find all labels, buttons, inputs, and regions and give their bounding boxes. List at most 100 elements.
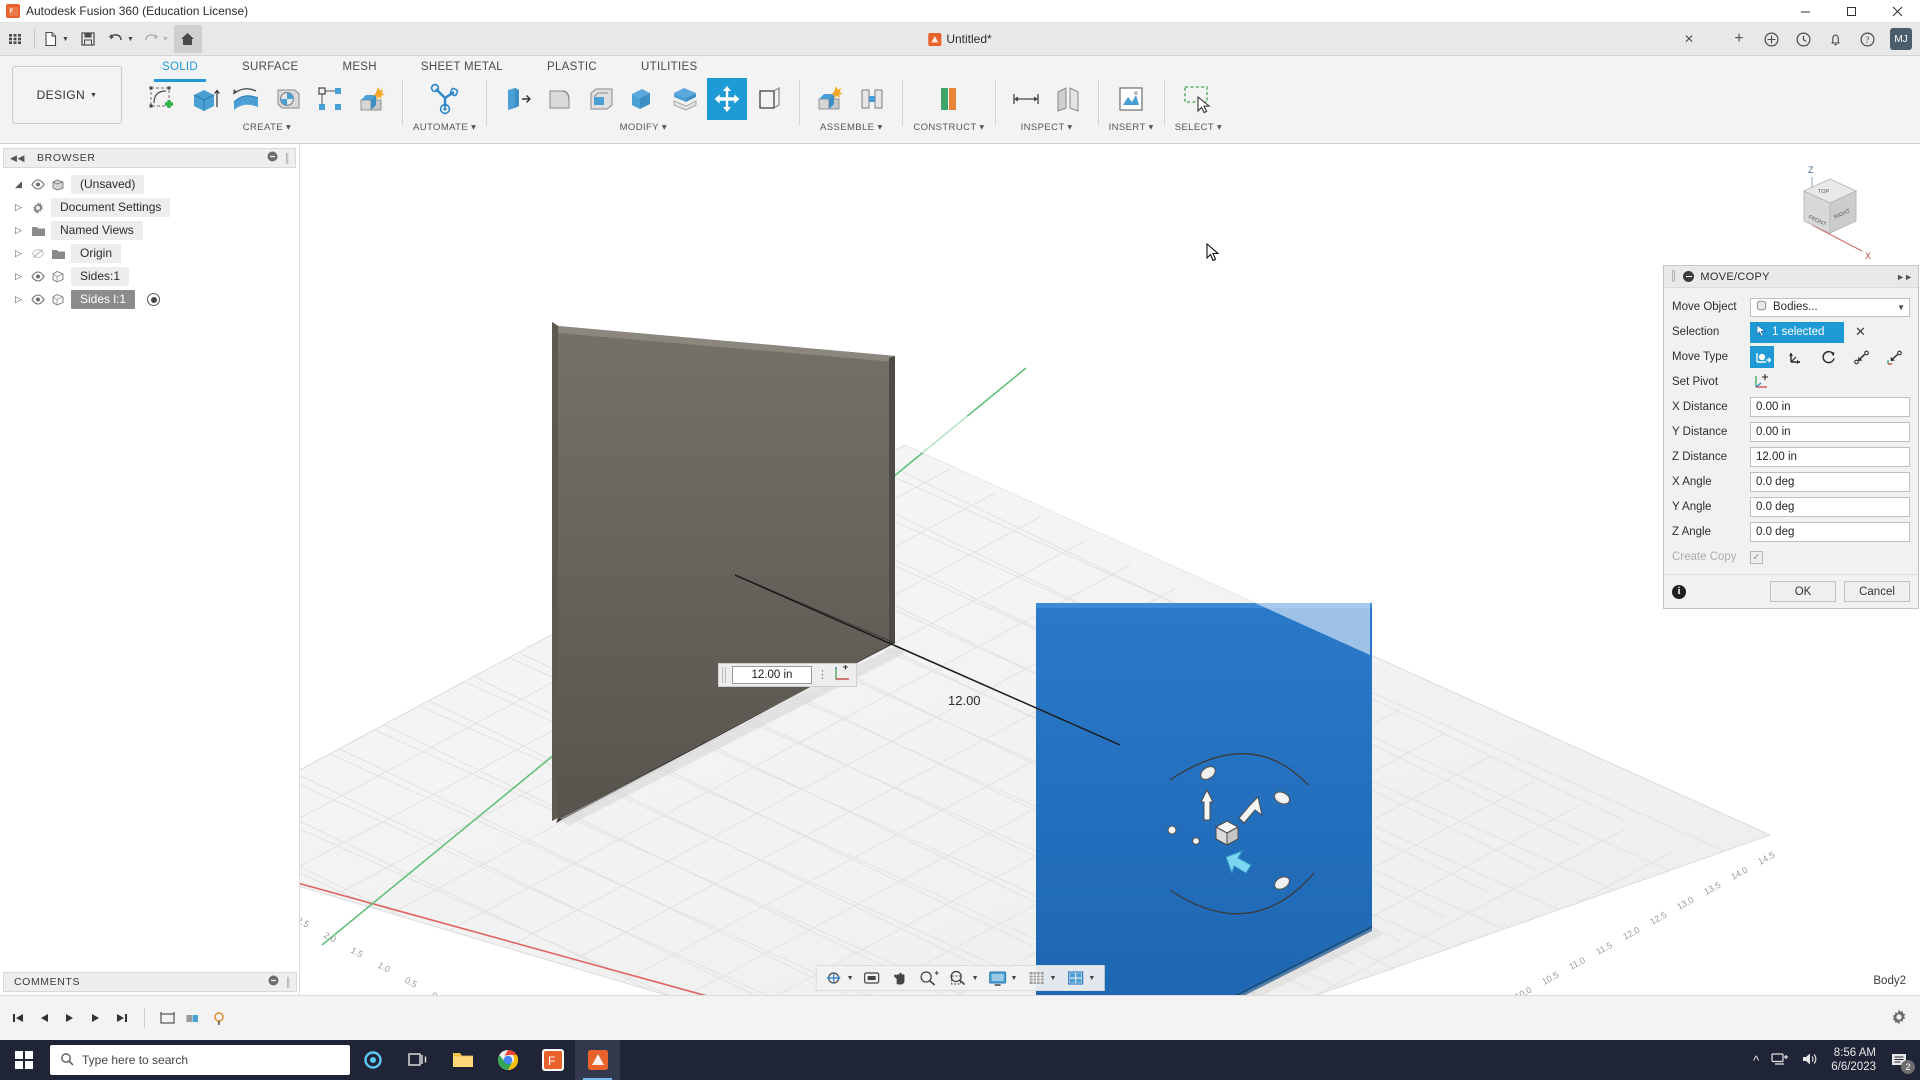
- search-input[interactable]: Type here to search: [50, 1045, 350, 1075]
- grid-snaps-icon[interactable]: ▼: [1021, 967, 1060, 989]
- selection-badge[interactable]: 1 selected: [1750, 322, 1844, 343]
- cancel-button[interactable]: Cancel: [1844, 581, 1910, 602]
- automate-tool[interactable]: [423, 78, 467, 120]
- new-component-tool[interactable]: [810, 78, 850, 120]
- maximize-button[interactable]: [1828, 0, 1874, 23]
- view-cube[interactable]: Z X TOP FRONT RIGHT: [1762, 155, 1872, 265]
- chevron-down-icon[interactable]: ▼: [1088, 975, 1095, 982]
- timeline-step-back-button[interactable]: [32, 1005, 56, 1031]
- volume-icon[interactable]: [1801, 1051, 1819, 1070]
- file-explorer-icon[interactable]: [440, 1040, 485, 1080]
- zoom-icon[interactable]: [914, 967, 944, 989]
- expand-arrow-icon[interactable]: ▷: [12, 271, 25, 282]
- z-angle-input[interactable]: 0.0 deg: [1750, 522, 1910, 542]
- timeline-step-forward-button[interactable]: [84, 1005, 108, 1031]
- move-object-select[interactable]: Bodies... ▼: [1750, 298, 1910, 317]
- look-at-icon[interactable]: [858, 967, 886, 989]
- expand-arrow-icon[interactable]: ▷: [12, 248, 25, 259]
- viewports-icon[interactable]: ▼: [1060, 967, 1099, 989]
- avatar[interactable]: MJ: [1890, 28, 1912, 50]
- chrome-icon[interactable]: [485, 1040, 530, 1080]
- measure-tool[interactable]: [1006, 78, 1046, 120]
- move-type-rotate-button[interactable]: [1816, 346, 1840, 368]
- minimize-button[interactable]: [1782, 0, 1828, 23]
- info-icon[interactable]: i: [1672, 585, 1686, 599]
- tree-item-origin[interactable]: ▷ Origin: [0, 242, 299, 265]
- align-tool[interactable]: [749, 78, 789, 120]
- new-document-button[interactable]: ▼: [40, 25, 72, 53]
- timeline-play-button[interactable]: [58, 1005, 82, 1031]
- home-button[interactable]: [174, 25, 202, 53]
- timeline-go-to-start-button[interactable]: [6, 1005, 30, 1031]
- tree-item-document-settings[interactable]: ▷ Document Settings: [0, 196, 299, 219]
- dialog-title-bar[interactable]: ║ MOVE/COPY ►►: [1664, 266, 1918, 288]
- z-distance-input[interactable]: 12.00 in: [1750, 447, 1910, 467]
- visibility-eye-off-icon[interactable]: [30, 248, 45, 259]
- document-tab[interactable]: Untitled*: [928, 32, 991, 46]
- more-options-icon[interactable]: ⋮: [817, 672, 828, 679]
- undo-button[interactable]: ▼: [104, 25, 137, 53]
- help-icon[interactable]: ?: [1853, 25, 1881, 53]
- workspace-switcher[interactable]: DESIGN ▼: [12, 66, 122, 124]
- chevron-down-icon[interactable]: ▼: [1011, 975, 1018, 982]
- expand-arrow-icon[interactable]: ▷: [12, 225, 25, 236]
- timeline-filter-icon[interactable]: [207, 1005, 231, 1031]
- save-button[interactable]: [74, 25, 102, 53]
- app-grid-icon[interactable]: [1, 25, 29, 53]
- create-sketch-tool[interactable]: [142, 78, 182, 120]
- y-distance-input[interactable]: 0.00 in: [1750, 422, 1910, 442]
- redo-button[interactable]: ▼: [139, 25, 172, 53]
- job-status-icon[interactable]: [1789, 25, 1817, 53]
- pattern-tool[interactable]: [310, 78, 350, 120]
- tree-item-sides-l-1[interactable]: ▷ Sides l:1: [0, 288, 299, 311]
- dialog-collapse-icon[interactable]: [1683, 271, 1694, 282]
- action-center-icon[interactable]: 2: [1888, 1049, 1910, 1071]
- set-pivot-button[interactable]: [1750, 371, 1774, 393]
- collapse-left-icon[interactable]: ◀◀: [10, 153, 25, 164]
- tab-utilities[interactable]: UTILITIES: [619, 58, 719, 78]
- activate-component-radio[interactable]: [147, 293, 160, 306]
- fusion360-window-icon[interactable]: [575, 1040, 620, 1080]
- tray-chevron-icon[interactable]: ^: [1753, 1053, 1759, 1068]
- tray-clock[interactable]: 8:56 AM 6/6/2023: [1831, 1046, 1876, 1074]
- move-type-translate-button[interactable]: [1750, 346, 1774, 368]
- x-angle-input[interactable]: 0.0 deg: [1750, 472, 1910, 492]
- split-body-tool[interactable]: [665, 78, 705, 120]
- dialog-drag-grip[interactable]: ║: [1670, 271, 1677, 282]
- cortana-icon[interactable]: [350, 1040, 395, 1080]
- visibility-eye-icon[interactable]: [30, 294, 45, 305]
- tree-item-named-views[interactable]: ▷ Named Views: [0, 219, 299, 242]
- extensions-icon[interactable]: [1757, 25, 1785, 53]
- clear-selection-button[interactable]: ✕: [1855, 324, 1866, 340]
- timeline-group-icon[interactable]: [181, 1005, 205, 1031]
- joint-tool[interactable]: [852, 78, 892, 120]
- pivot-icon[interactable]: [833, 665, 853, 686]
- timeline-go-to-end-button[interactable]: [110, 1005, 134, 1031]
- ok-button[interactable]: OK: [1770, 581, 1836, 602]
- chevron-down-icon[interactable]: ▼: [1897, 303, 1905, 312]
- pan-icon[interactable]: [886, 967, 914, 989]
- settings-icon[interactable]: [1890, 1008, 1908, 1029]
- expand-arrow-icon[interactable]: ▷: [12, 294, 25, 305]
- insert-derive-tool[interactable]: [1109, 78, 1153, 120]
- tab-plastic[interactable]: PLASTIC: [525, 58, 619, 78]
- shell-tool[interactable]: [581, 78, 621, 120]
- zoom-window-icon[interactable]: ▼: [944, 967, 983, 989]
- x-distance-input[interactable]: 0.00 in: [1750, 397, 1910, 417]
- fusion360-icon[interactable]: F: [530, 1040, 575, 1080]
- create-copy-checkbox[interactable]: ✓: [1750, 551, 1763, 564]
- drag-grip[interactable]: [722, 667, 727, 683]
- add-tab-button[interactable]: +: [1725, 25, 1753, 53]
- section-analysis-tool[interactable]: [1048, 78, 1088, 120]
- panel-resize-grip[interactable]: ║: [285, 977, 292, 987]
- tab-surface[interactable]: SURFACE: [220, 58, 320, 78]
- close-document-button[interactable]: ✕: [1684, 32, 1694, 46]
- dimension-input[interactable]: 12.00 in: [732, 666, 812, 684]
- extrude-tool[interactable]: [184, 78, 224, 120]
- dimension-input-box[interactable]: 12.00 in ⋮: [718, 663, 857, 687]
- create-more-tool[interactable]: [352, 78, 392, 120]
- close-button[interactable]: [1874, 0, 1920, 23]
- chevron-down-icon[interactable]: ▼: [972, 975, 979, 982]
- windows-start-icon[interactable]: [0, 1040, 48, 1080]
- timeline-marker-icon[interactable]: [155, 1005, 179, 1031]
